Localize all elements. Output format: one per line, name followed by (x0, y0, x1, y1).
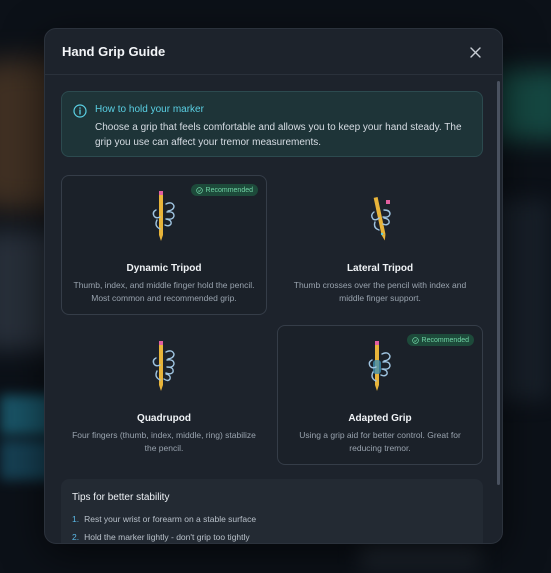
grip-description: Using a grip aid for better control. Gre… (299, 430, 461, 453)
info-callout: How to hold your marker Choose a grip th… (61, 91, 483, 157)
badge-label: Recommended (205, 186, 253, 194)
tip-item: 2. Hold the marker lightly - don't grip t… (72, 532, 250, 542)
recommended-badge: Recommended (190, 184, 258, 196)
lateral-tripod-illustration (371, 197, 391, 241)
close-button[interactable] (466, 43, 484, 61)
hand-grip-guide-modal: Hand Grip Guide How to hold your marker … (44, 28, 503, 544)
grip-card-dynamic-tripod[interactable]: Recommended Dynamic Tripod Thumb, index,… (61, 175, 267, 315)
grip-title: Lateral Tripod (346, 263, 414, 274)
tip-text: Hold the marker lightly - don't grip too… (84, 532, 250, 542)
tip-text: Rest your wrist or forearm on a stable s… (84, 514, 257, 524)
dynamic-tripod-illustration (152, 191, 175, 241)
modal-scrollbar[interactable] (497, 81, 500, 485)
check-circle-icon (195, 186, 203, 194)
check-circle-icon (411, 336, 419, 344)
recommended-badge: Recommended (406, 334, 474, 346)
info-icon (73, 104, 87, 118)
tip-item: 1. Rest your wrist or forearm on a stable… (72, 514, 256, 524)
modal-header: Hand Grip Guide (45, 29, 502, 75)
grip-card-quadrupod[interactable]: Quadrupod Four fingers (thumb, index, mi… (61, 325, 267, 465)
tips-panel: Tips for better stability 1. Rest your wr… (61, 479, 483, 543)
close-icon (469, 46, 481, 58)
grip-card-adapted-grip[interactable]: Recommended Adapted Grip Using a grip ai… (277, 325, 483, 465)
modal-title: Hand Grip Guide (62, 44, 166, 59)
quadrupod-illustration (152, 341, 175, 391)
badge-label: Recommended (421, 336, 469, 344)
grip-description: Four fingers (thumb, index, middle, ring… (72, 430, 256, 453)
grip-title: Adapted Grip (348, 413, 412, 424)
tips-title: Tips for better stability (72, 492, 170, 503)
grip-description: Thumb crosses over the pencil with index… (293, 280, 467, 303)
grip-card-lateral-tripod[interactable]: Lateral Tripod Thumb crosses over the pe… (277, 175, 483, 315)
tip-number: 2. (72, 532, 80, 542)
grip-title: Quadrupod (137, 413, 191, 424)
tip-number: 1. (72, 514, 80, 524)
info-text: Choose a grip that feels comfortable and… (95, 122, 462, 148)
modal-body[interactable]: How to hold your marker Choose a grip th… (45, 75, 502, 543)
grip-title: Dynamic Tripod (126, 263, 202, 274)
grip-description: Thumb, index, and middle finger hold the… (73, 280, 255, 303)
adapted-grip-illustration (368, 341, 391, 391)
info-title: How to hold your marker (95, 104, 204, 115)
